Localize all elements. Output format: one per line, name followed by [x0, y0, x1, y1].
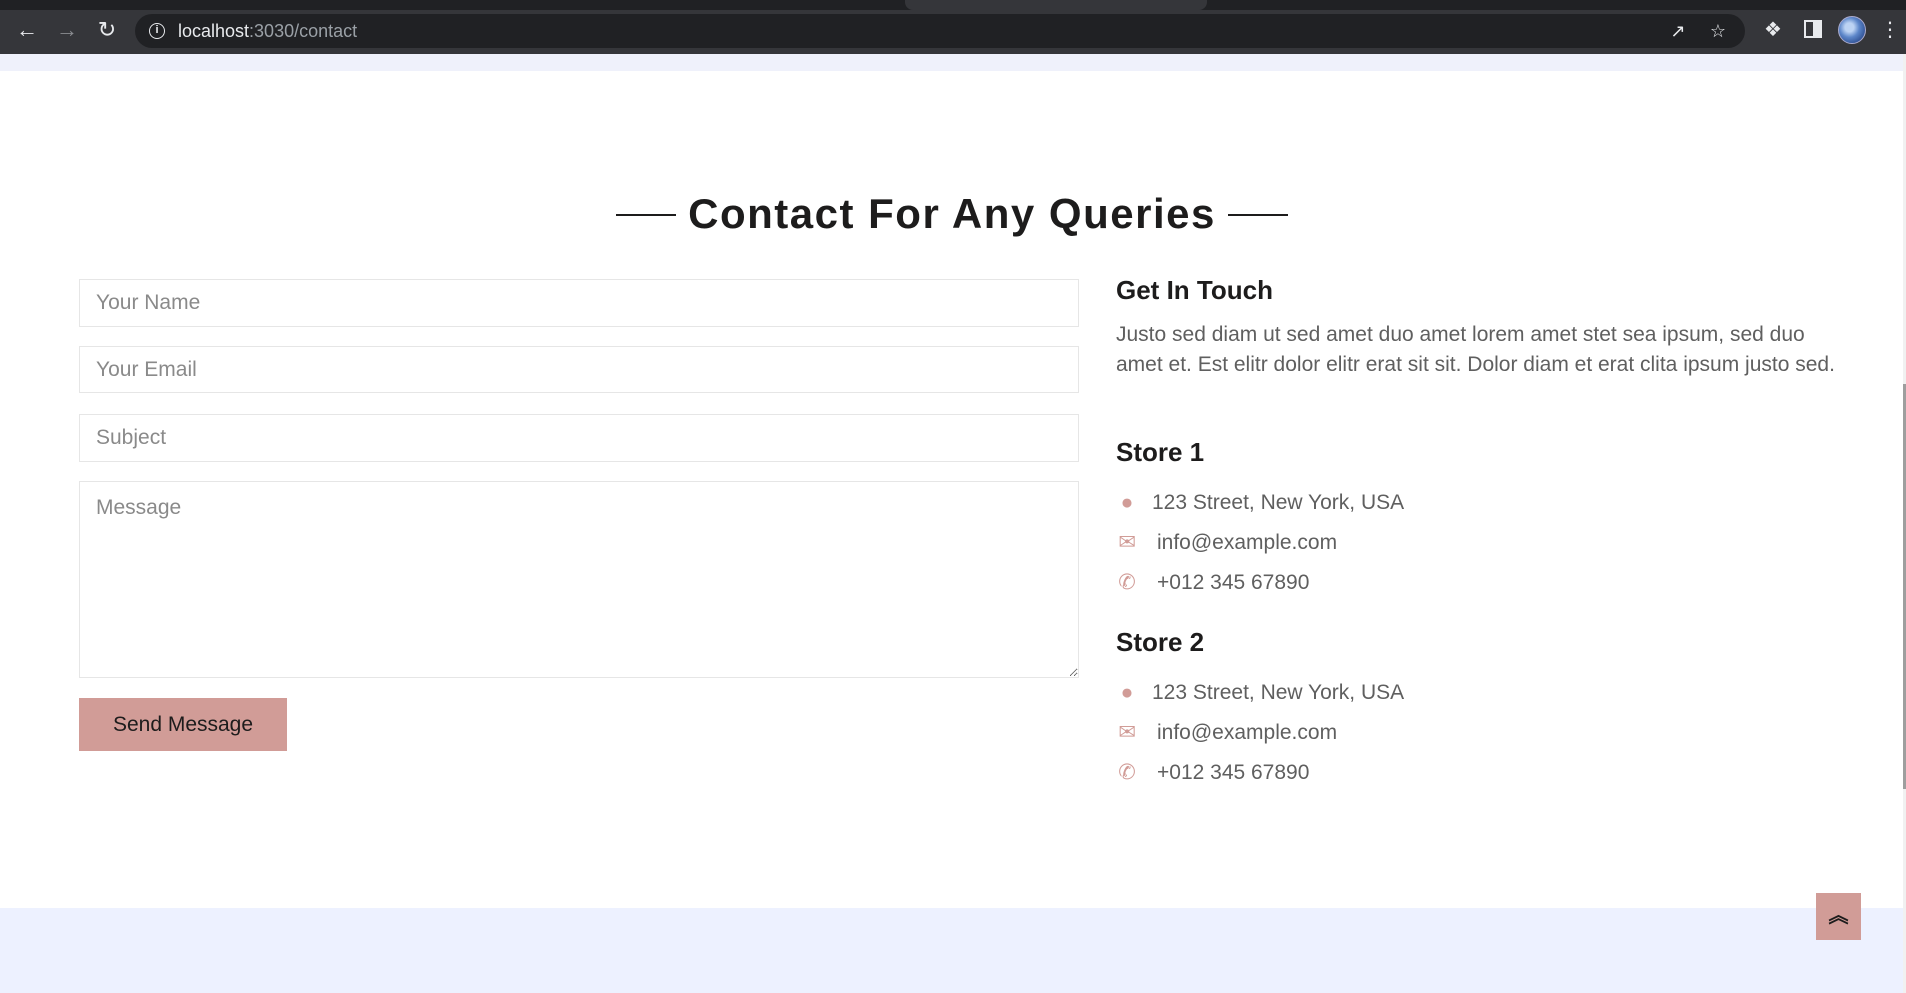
subject-input[interactable] [80, 415, 1078, 461]
get-in-touch-title: Get In Touch [1116, 275, 1273, 305]
puzzle-icon[interactable]: ❖ [1760, 17, 1786, 43]
store-1-email-row: ✉ info@example.com [1116, 528, 1337, 558]
phone-icon: ✆ [1118, 761, 1136, 784]
section-heading: Contact For Any Queries [0, 186, 1904, 242]
more-menu-icon[interactable]: ⋮ [1880, 17, 1900, 43]
url-path: :3030/contact [249, 21, 358, 41]
double-chevron-up-icon: ︽ [1828, 905, 1849, 927]
heading-right-line [1227, 214, 1288, 216]
subject-field-wrap [79, 414, 1079, 462]
store-1-address-row: ● 123 Street, New York, USA [1116, 488, 1404, 518]
store-1-address: 123 Street, New York, USA [1152, 491, 1405, 514]
side-panel-icon[interactable] [1804, 20, 1822, 38]
forward-arrow-icon[interactable]: → [53, 16, 81, 44]
heading-left-line [616, 214, 677, 216]
store-2-address-row: ● 123 Street, New York, USA [1116, 678, 1404, 708]
share-icon[interactable]: ↗ [1667, 20, 1689, 42]
get-in-touch-text: Justo sed diam ut sed amet duo amet lore… [1116, 323, 1835, 376]
store-1-phone-row: ✆ +012 345 67890 [1116, 568, 1309, 598]
email-input[interactable] [80, 347, 1078, 392]
phone-icon: ✆ [1118, 571, 1136, 594]
store-2-phone: +012 345 67890 [1157, 761, 1310, 784]
store-1-email: info@example.com [1157, 531, 1338, 554]
profile-avatar[interactable] [1838, 16, 1866, 44]
message-textarea[interactable] [80, 482, 1078, 677]
send-message-button[interactable]: Send Message [79, 698, 287, 751]
reload-icon[interactable]: ↻ [93, 16, 121, 44]
name-input[interactable] [80, 280, 1078, 326]
message-field-wrap [79, 481, 1079, 678]
browser-chrome: ← → ↻ i localhost:3030/contact ↗ ☆ ❖ ⋮ [0, 0, 1906, 54]
page-top-strip [0, 54, 1904, 71]
name-field-wrap [79, 279, 1079, 327]
store-2-address: 123 Street, New York, USA [1152, 681, 1405, 704]
get-in-touch-panel: Get In Touch Justo sed diam ut sed amet … [1116, 275, 1836, 380]
envelope-icon: ✉ [1118, 531, 1136, 554]
email-field-wrap [79, 346, 1079, 393]
store-1-phone: +012 345 67890 [1157, 571, 1310, 594]
store-2-title: Store 2 [1116, 627, 1205, 657]
store-1-title: Store 1 [1116, 437, 1205, 467]
store-2-phone-row: ✆ +012 345 67890 [1116, 758, 1309, 788]
store-2-email: info@example.com [1157, 721, 1338, 744]
page-title: Contact For Any Queries [688, 190, 1216, 237]
info-icon[interactable]: i [149, 23, 165, 39]
envelope-icon: ✉ [1118, 721, 1136, 744]
active-tab[interactable] [905, 0, 1207, 10]
store-2-email-row: ✉ info@example.com [1116, 718, 1337, 748]
map-marker-icon: ● [1120, 491, 1134, 514]
url-text[interactable]: localhost:3030/contact [178, 21, 357, 42]
url-host: localhost [178, 21, 250, 41]
map-marker-icon: ● [1120, 681, 1134, 704]
address-bar[interactable]: i localhost:3030/contact ↗ ☆ [135, 14, 1745, 48]
star-icon[interactable]: ☆ [1707, 20, 1729, 42]
footer-band [0, 908, 1904, 993]
back-arrow-icon[interactable]: ← [13, 16, 41, 44]
back-to-top-button[interactable]: ︽ [1816, 893, 1861, 940]
